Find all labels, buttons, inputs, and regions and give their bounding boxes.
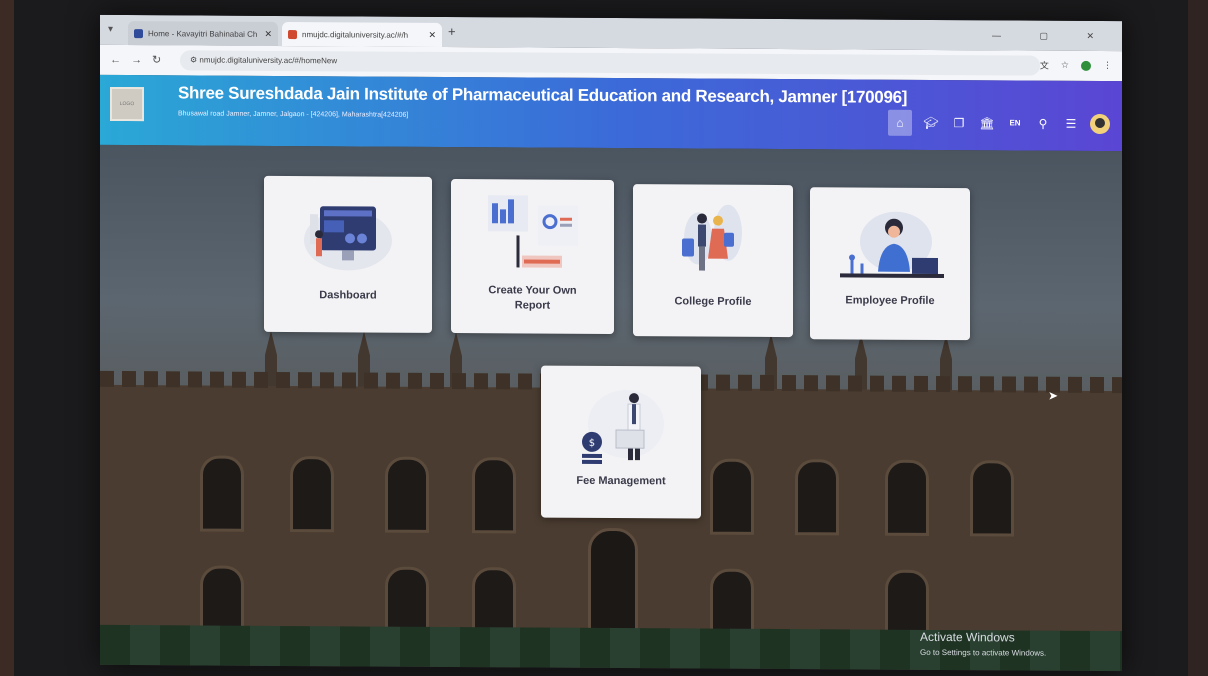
tab-search-icon[interactable]: ▾ bbox=[108, 24, 113, 35]
tab-label: nmujdc.digitaluniversity.ac/#/h bbox=[302, 29, 409, 40]
card-label: Create Your Own bbox=[488, 284, 577, 297]
institute-logo[interactable]: LOGO bbox=[110, 86, 144, 122]
employee-profile-card[interactable]: Employee Profile bbox=[810, 187, 970, 341]
translate-icon[interactable]: 文 bbox=[1040, 59, 1049, 72]
card-label: Dashboard bbox=[319, 289, 377, 302]
college-profile-illustration bbox=[682, 204, 742, 271]
institute-name: Shree Sureshdada Jain Institute of Pharm… bbox=[178, 83, 908, 107]
screen: ▾ Home - Kavayitri Bahinabai Ch ✕ nmujdc… bbox=[100, 14, 1122, 672]
close-icon[interactable]: ✕ bbox=[264, 28, 272, 39]
search-icon[interactable]: ⚲ bbox=[1034, 115, 1052, 133]
home-icon[interactable]: ⌂ bbox=[888, 109, 912, 136]
new-tab-button[interactable]: + bbox=[448, 24, 456, 39]
building-gate bbox=[588, 527, 638, 635]
activate-windows-hint: Go to Settings to activate Windows. bbox=[920, 647, 1047, 658]
url-text: nmujdc.digitaluniversity.ac/#/homeNew bbox=[199, 55, 338, 66]
building-window bbox=[290, 456, 334, 533]
window-controls[interactable]: — ▢ ✕ bbox=[992, 30, 1112, 42]
header-toolbar: ⌂ 🎓︎ ❐ 🏛︎ EN ⚲ ☰ bbox=[888, 109, 1110, 137]
tab-home[interactable]: Home - Kavayitri Bahinabai Ch ✕ bbox=[128, 21, 278, 46]
site-info-icon[interactable]: ⚙ bbox=[190, 55, 199, 64]
navigation-icons[interactable]: ←→↻ bbox=[110, 53, 171, 66]
extension-icon[interactable] bbox=[1081, 60, 1091, 71]
language-button[interactable]: EN bbox=[1006, 114, 1024, 132]
window-icon[interactable]: ❐ bbox=[950, 114, 968, 132]
create-report-card[interactable]: Create Your Own Report bbox=[451, 179, 614, 335]
activate-windows-title: Activate Windows bbox=[920, 629, 1015, 645]
monitor-bezel-left bbox=[0, 0, 14, 676]
institute-address: Bhusawal road Jamner, Jamner, Jalgaon - … bbox=[178, 110, 409, 119]
close-icon[interactable]: ✕ bbox=[428, 29, 436, 40]
url-input[interactable]: ⚙ nmujdc.digitaluniversity.ac/#/homeNew bbox=[180, 50, 1040, 76]
fee-management-illustration: $ bbox=[582, 390, 664, 464]
dashboard-illustration bbox=[304, 206, 392, 271]
building-window bbox=[970, 460, 1014, 537]
avatar[interactable] bbox=[1090, 113, 1110, 135]
fee-management-card[interactable]: $ Fee Management bbox=[541, 365, 701, 519]
card-label: College Profile bbox=[674, 295, 752, 308]
report-illustration bbox=[487, 195, 578, 268]
favicon-icon bbox=[288, 29, 297, 39]
building-window bbox=[885, 459, 929, 536]
building-window bbox=[385, 456, 429, 533]
card-label: Employee Profile bbox=[845, 294, 935, 307]
college-profile-card[interactable]: College Profile bbox=[633, 184, 793, 338]
building-window bbox=[200, 455, 244, 532]
svg-text:$: $ bbox=[589, 438, 595, 449]
dashboard-card[interactable]: Dashboard bbox=[264, 175, 432, 333]
card-label: Fee Management bbox=[576, 474, 666, 488]
menu-dots-icon[interactable]: ⋮ bbox=[1103, 60, 1112, 71]
graduation-cap-icon[interactable]: 🎓︎ bbox=[922, 114, 940, 132]
monitor-bezel-right bbox=[1188, 0, 1208, 676]
hamburger-menu-icon[interactable]: ☰ bbox=[1062, 115, 1080, 133]
tab-label: Home - Kavayitri Bahinabai Ch bbox=[148, 28, 258, 39]
bookmark-star-icon[interactable]: ☆ bbox=[1061, 60, 1069, 71]
building-window bbox=[710, 458, 754, 535]
tab-digital-university[interactable]: nmujdc.digitaluniversity.ac/#/h ✕ bbox=[282, 21, 442, 47]
favicon-icon bbox=[134, 28, 143, 38]
app-header: LOGO Shree Sureshdada Jain Institute of … bbox=[100, 74, 1122, 152]
building-window bbox=[795, 459, 839, 536]
card-label: Report bbox=[514, 299, 551, 312]
employee-profile-illustration bbox=[840, 211, 944, 279]
building-window bbox=[472, 457, 516, 534]
mouse-cursor-icon: ➤ bbox=[1048, 388, 1059, 403]
browser-toolbar-right: 文 ☆ ⋮ bbox=[1040, 59, 1112, 72]
institution-icon[interactable]: 🏛︎ bbox=[978, 114, 996, 132]
